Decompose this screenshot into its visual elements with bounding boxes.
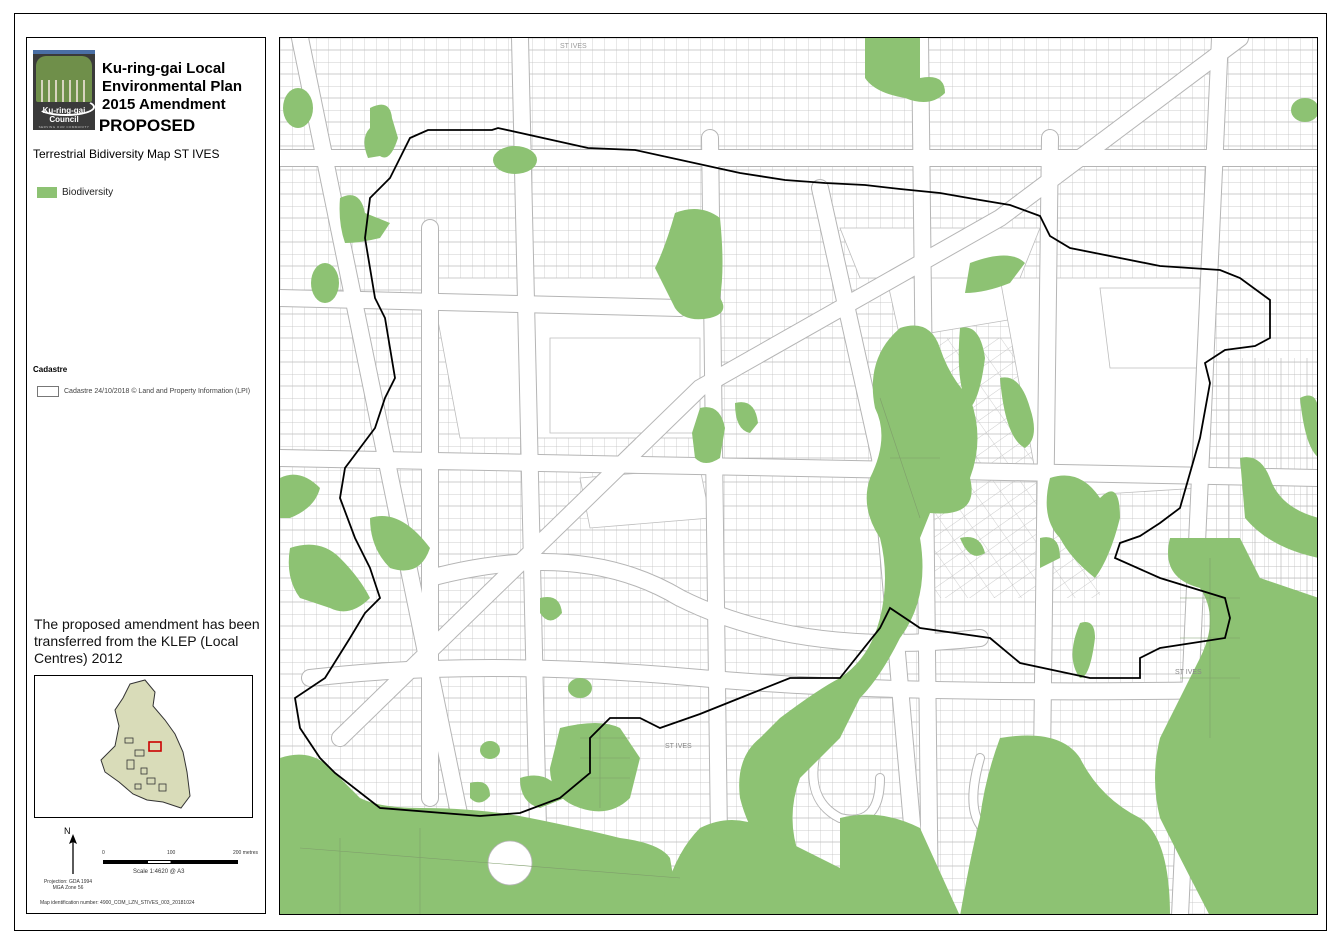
legend-panel: Ku-ring-gai Council SERVING OUR COMMUNITY…	[26, 37, 266, 914]
legend-item-biodiversity: Biodiversity	[37, 187, 113, 198]
plan-title-line1: Ku-ring-gai Local	[102, 60, 226, 77]
scale-bar	[103, 860, 238, 864]
biodiversity-label: Biodiversity	[62, 187, 114, 198]
plan-title-line2: Environmental Plan	[102, 78, 243, 95]
map-title: Terrestrial Bidiversity Map ST IVES	[33, 147, 220, 161]
map-svg[interactable]: ST IVES ST IVES ST IVES	[280, 38, 1318, 915]
logo-text-line1: Ku-ring-gai	[42, 106, 86, 115]
projection-line2: MGA Zone 56	[52, 885, 84, 891]
plan-title-line3: 2015 Amendment	[102, 96, 226, 113]
map-panel[interactable]: ST IVES ST IVES ST IVES	[279, 37, 1318, 915]
street-label-bottom: ST IVES	[665, 743, 692, 750]
scale-tick-200: 200 metres	[233, 850, 259, 856]
map-id-text: Map identification number: 4900_COM_LZN_…	[40, 900, 195, 906]
north-label: N	[64, 826, 71, 836]
scale-tick-100: 100	[167, 850, 176, 856]
street-label-right: ST IVES	[1175, 669, 1202, 676]
status-label: PROPOSED	[98, 116, 196, 135]
cadastre-heading: Cadastre	[33, 365, 68, 374]
scale-tick-0: 0	[102, 850, 105, 856]
park-oval	[487, 840, 533, 886]
cadastre-swatch	[37, 386, 59, 397]
biodiversity-swatch	[37, 187, 57, 198]
projection-text: Projection: GDA 1994 MGA Zone 56	[33, 879, 103, 891]
street-label-top: ST IVES	[560, 43, 587, 50]
amendment-note: The proposed amendment has been transfer…	[34, 616, 260, 666]
legend-item-cadastre: Cadastre 24/10/2018 © Land and Property …	[37, 386, 250, 397]
cadastre-label: Cadastre 24/10/2018 © Land and Property …	[64, 388, 251, 395]
scale-text: Scale 1:4620 @ A3	[133, 869, 185, 875]
locator-inset-map	[34, 675, 253, 818]
locator-svg	[100, 679, 191, 809]
lga-outline	[100, 679, 191, 809]
plan-title: Ku-ring-gai Local Environmental Plan 201…	[102, 60, 262, 114]
